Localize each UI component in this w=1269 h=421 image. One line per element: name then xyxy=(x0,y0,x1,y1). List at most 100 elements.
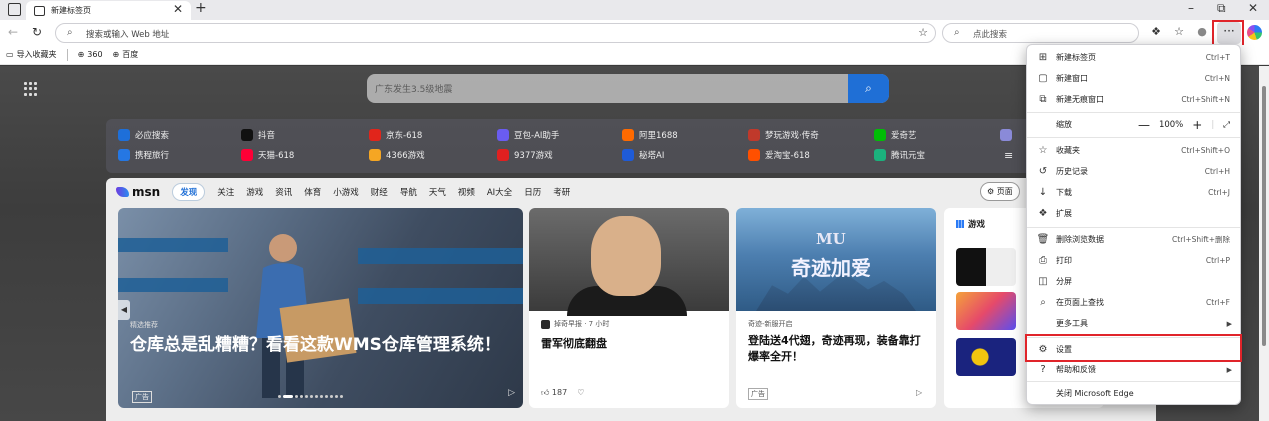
like-count[interactable]: 👍︎ 187 ♡ xyxy=(541,388,584,398)
tab-actions-icon[interactable] xyxy=(8,3,21,16)
zoom-in-button[interactable]: + xyxy=(1192,118,1202,132)
copilot-icon[interactable] xyxy=(1247,25,1262,40)
hero-tag: 精选推荐 xyxy=(130,321,158,329)
menu-item-downloads[interactable]: ↓ 下载 Ctrl+J xyxy=(1027,182,1240,203)
extensions-icon[interactable]: ❖ xyxy=(1147,23,1165,41)
feed-tab[interactable]: 游戏 xyxy=(246,186,263,198)
feed-tab-follow[interactable]: 关注 xyxy=(217,186,234,198)
feed-tab-discover[interactable]: 发现 xyxy=(172,183,206,201)
quick-link[interactable]: 阿里1688 xyxy=(622,129,678,141)
thumbs-down-icon[interactable]: ♡ xyxy=(577,388,584,397)
ntp-search-box[interactable]: 广东发生3.5级地震 ⌕ xyxy=(367,74,889,103)
menu-item-print[interactable]: ⎙ 打印 Ctrl+P xyxy=(1027,250,1240,271)
tab-close-icon[interactable]: ✕ xyxy=(173,2,183,16)
news-title[interactable]: 雷军彻底翻盘 xyxy=(541,335,607,351)
settings-and-more-menu: ⊞ 新建标签页 Ctrl+T ▢ 新建窗口 Ctrl+N ⧉ 新建无痕窗口 Ctrl+Shi… xyxy=(1026,44,1241,405)
game-logo-small: MU xyxy=(816,230,846,248)
play-icon[interactable]: ▷ xyxy=(916,388,922,397)
quick-link[interactable]: 京东-618 xyxy=(369,129,422,141)
carousel-prev-icon[interactable]: ◀ xyxy=(118,300,130,320)
back-icon[interactable]: ← xyxy=(8,25,18,39)
fullscreen-icon[interactable]: ⤢ xyxy=(1223,120,1230,130)
new-tab-button[interactable]: + xyxy=(195,0,207,16)
ad-badge: 广告 xyxy=(748,388,768,400)
address-bar[interactable]: ⌕ 搜索或输入 Web 地址 ☆ xyxy=(55,23,936,43)
tab-new-tab[interactable]: 新建标签页 ✕ xyxy=(26,1,191,20)
game-thumbnail[interactable] xyxy=(956,292,1016,330)
favorite-import[interactable]: ▭ 导入收藏夹 xyxy=(6,49,57,60)
page-settings-pill[interactable]: ⚙ 页面 xyxy=(980,182,1020,201)
menu-label: 新建标签页 xyxy=(1056,53,1096,62)
ctrip-icon xyxy=(118,149,130,161)
menu-item-close-edge[interactable]: 关闭 Microsoft Edge xyxy=(1027,383,1240,404)
search-box[interactable]: ⌕ 点此搜索 xyxy=(942,23,1139,43)
menu-item-settings[interactable]: ⚙ 设置 xyxy=(1027,339,1240,360)
feed-tab[interactable]: 视频 xyxy=(458,186,475,198)
minimize-button[interactable]: – xyxy=(1188,1,1194,15)
quick-link-more[interactable] xyxy=(1000,129,1012,141)
quick-links-menu-icon[interactable]: ≡ xyxy=(1004,149,1013,162)
feed-tab[interactable]: AI大全 xyxy=(487,186,512,198)
menu-shortcut: Ctrl+Shift+O xyxy=(1181,146,1230,155)
msn-logo[interactable]: msn xyxy=(116,185,160,199)
feed-tab[interactable]: 导航 xyxy=(400,186,417,198)
profile-icon[interactable]: ● xyxy=(1193,23,1211,41)
feed-tab[interactable]: 天气 xyxy=(429,186,446,198)
thumbs-up-icon[interactable]: 👍︎ xyxy=(541,388,552,397)
close-window-button[interactable]: ✕ xyxy=(1248,1,1258,15)
metaso-icon xyxy=(622,149,634,161)
game-thumbnail[interactable] xyxy=(956,248,1016,286)
feed-tab[interactable]: 小游戏 xyxy=(333,186,359,198)
menu-item-extensions[interactable]: ❖ 扩展 xyxy=(1027,203,1240,224)
game-ad-card[interactable]: MU 奇迹加爱 奇迹-新服开启 登陆送4代翅，奇迹再现，装备靠打爆率全开！ 广告… xyxy=(736,208,936,408)
menu-item-new-window[interactable]: ▢ 新建窗口 Ctrl+N xyxy=(1027,68,1240,89)
quick-link[interactable]: 4366游戏 xyxy=(369,149,425,161)
quick-link[interactable]: 爱奇艺 xyxy=(874,129,917,141)
hero-headline[interactable]: 仓库总是乱糟糟？看看这款WMS仓库管理系统！ xyxy=(130,334,510,356)
quick-link[interactable]: 梦玩游戏·传奇 xyxy=(748,129,819,141)
shelf-shape xyxy=(358,288,523,304)
menu-item-new-tab[interactable]: ⊞ 新建标签页 Ctrl+T xyxy=(1027,47,1240,68)
quick-link[interactable]: 天猫-618 xyxy=(241,149,294,161)
app-launcher-icon[interactable] xyxy=(24,82,38,96)
quick-link[interactable]: 抖音 xyxy=(241,129,275,141)
game-thumbnail[interactable] xyxy=(956,338,1016,376)
quick-link[interactable]: 豆包-AI助手 xyxy=(497,129,559,141)
quick-link[interactable]: 爱淘宝-618 xyxy=(748,149,810,161)
quick-link[interactable]: 携程旅行 xyxy=(118,149,169,161)
restore-button[interactable]: ⧉ xyxy=(1217,1,1226,16)
games-header[interactable]: 游戏 xyxy=(956,218,985,230)
news-card[interactable]: 掉奇早报 · 7 小时 雷军彻底翻盘 👍︎ 187 ♡ xyxy=(529,208,729,408)
zoom-out-button[interactable]: — xyxy=(1138,118,1150,132)
menu-item-help[interactable]: ? 帮助和反馈 ▶ xyxy=(1027,359,1240,380)
menu-item-delete-data[interactable]: 🗑︎ 删除浏览数据 Ctrl+Shift+删除 xyxy=(1027,229,1240,250)
play-icon[interactable]: ▷ xyxy=(508,388,515,398)
settings-and-more-button[interactable]: ··· xyxy=(1217,22,1241,44)
feed-tab[interactable]: 日历 xyxy=(524,186,541,198)
favorites-icon[interactable]: ☆ xyxy=(1170,23,1188,41)
search-icon[interactable]: ⌕ xyxy=(848,74,889,103)
menu-item-history[interactable]: ↺ 历史记录 Ctrl+H xyxy=(1027,161,1240,182)
quick-link[interactable]: 腾讯元宝 xyxy=(874,149,925,161)
page-scrollbar[interactable] xyxy=(1259,66,1269,421)
carousel-dots[interactable] xyxy=(278,395,358,400)
favorite-360[interactable]: ⊕ 360 xyxy=(78,50,103,59)
scrollbar-thumb[interactable] xyxy=(1262,86,1266,346)
quick-link[interactable]: 秘塔AI xyxy=(622,149,664,161)
menu-item-favorites[interactable]: ☆ 收藏夹 Ctrl+Shift+O xyxy=(1027,140,1240,161)
feed-tab[interactable]: 财经 xyxy=(371,186,388,198)
game-title[interactable]: 登陆送4代翅，奇迹再现，装备靠打爆率全开！ xyxy=(748,333,928,365)
refresh-icon[interactable]: ↻ xyxy=(32,25,42,39)
hero-card[interactable]: ◀ 精选推荐 仓库总是乱糟糟？看看这款WMS仓库管理系统！ 广告 ▷ xyxy=(118,208,523,408)
feed-tab[interactable]: 体育 xyxy=(304,186,321,198)
feed-tab[interactable]: 考研 xyxy=(553,186,570,198)
menu-item-new-inprivate[interactable]: ⧉ 新建无痕窗口 Ctrl+Shift+N xyxy=(1027,89,1240,110)
favorite-baidu[interactable]: ⊕ 百度 xyxy=(113,49,139,60)
menu-item-find[interactable]: ⌕ 在页面上查找 Ctrl+F xyxy=(1027,292,1240,313)
quick-link[interactable]: 必应搜索 xyxy=(118,129,169,141)
quick-link[interactable]: 9377游戏 xyxy=(497,149,553,161)
menu-item-split-screen[interactable]: ◫ 分屏 xyxy=(1027,271,1240,292)
feed-tab[interactable]: 资讯 xyxy=(275,186,292,198)
menu-item-more-tools[interactable]: 更多工具 ▶ xyxy=(1027,313,1240,334)
favorite-star-icon[interactable]: ☆ xyxy=(918,26,928,39)
